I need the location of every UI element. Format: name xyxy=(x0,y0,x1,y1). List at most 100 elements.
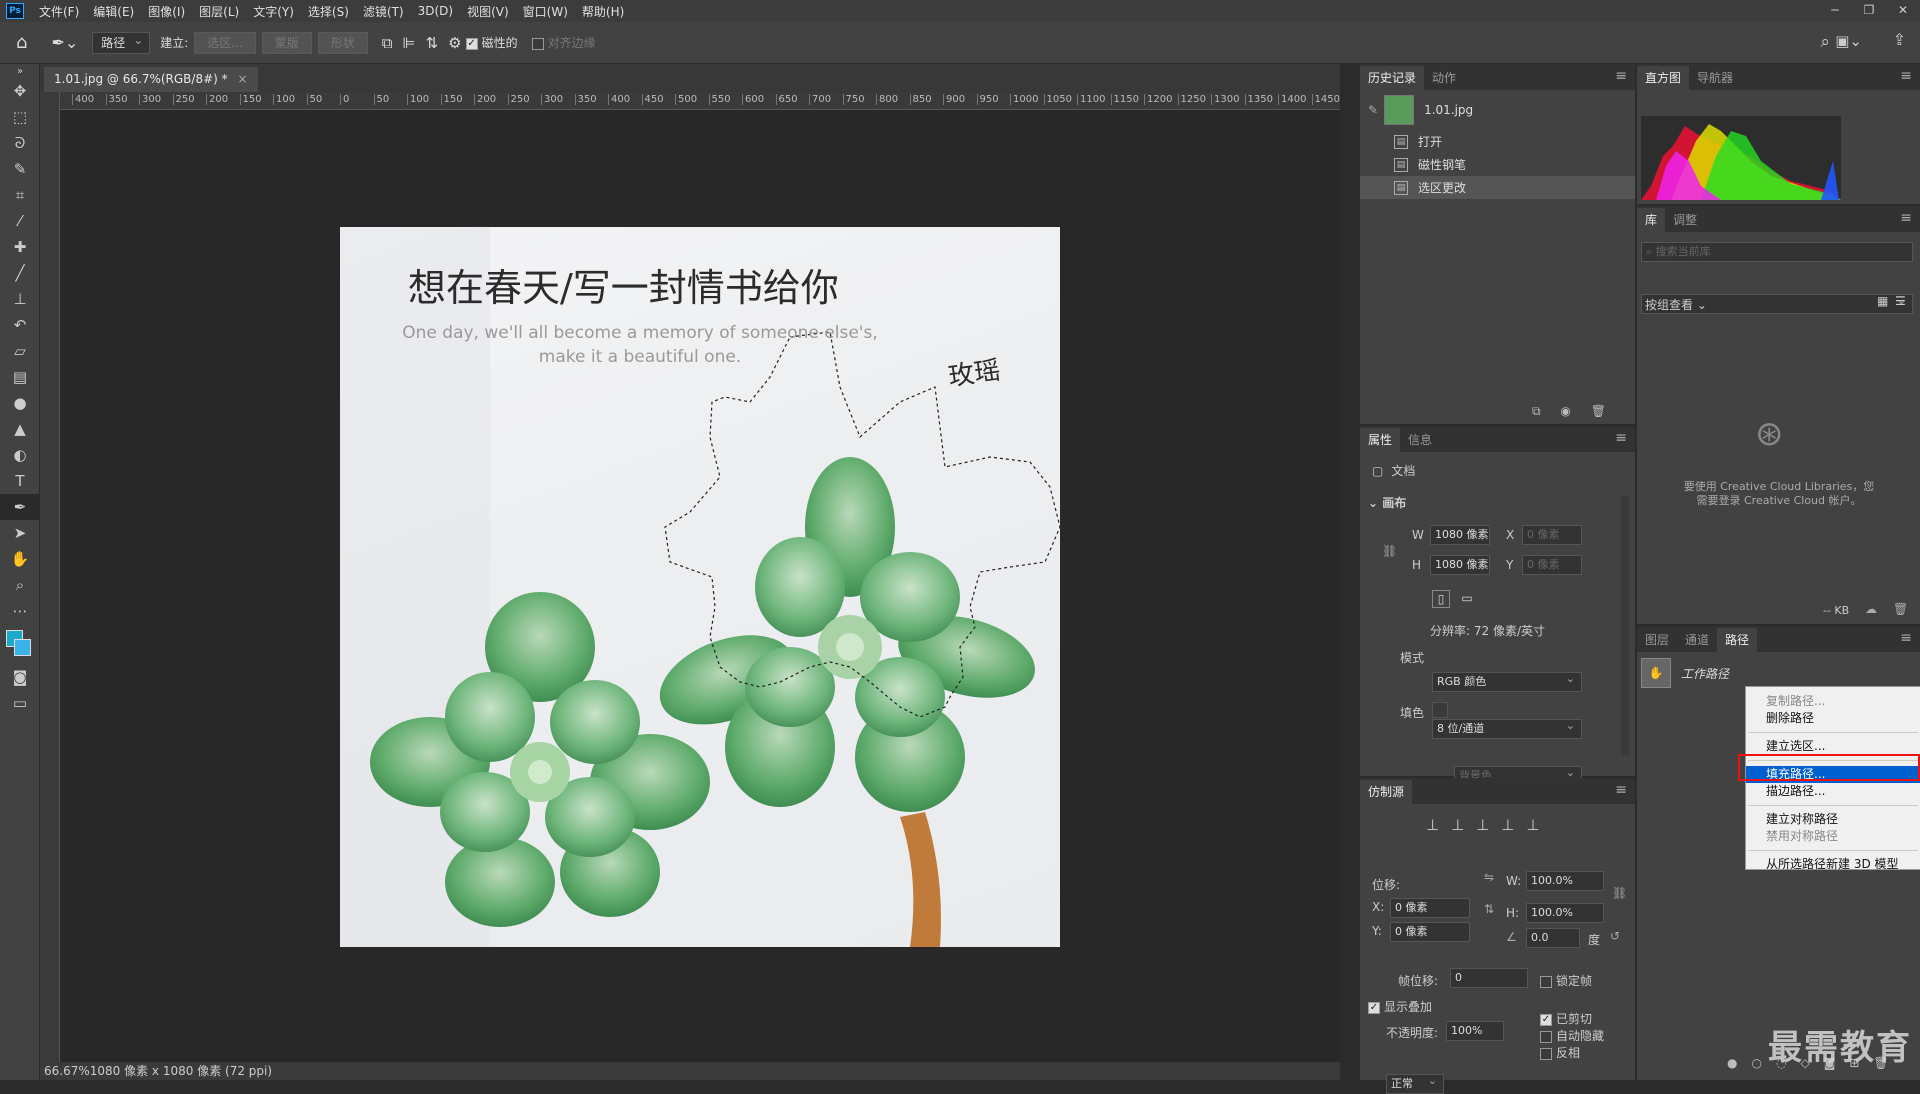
minimize-button[interactable]: ─ xyxy=(1818,0,1852,22)
tab-histogram[interactable]: 直方图 xyxy=(1637,66,1690,90)
flip-horizontal-icon[interactable]: ⇋ xyxy=(1484,870,1494,884)
blur-tool-icon[interactable]: ● xyxy=(0,390,40,416)
menu-3d[interactable]: 3D(D) xyxy=(411,4,460,18)
gear-icon[interactable]: ⚙ xyxy=(448,34,461,52)
tab-paths[interactable]: 路径 xyxy=(1717,628,1758,652)
marquee-tool-icon[interactable]: ⬚ xyxy=(0,104,40,130)
panel-menu-icon[interactable]: ≡ xyxy=(1900,630,1912,646)
landscape-orientation-icon[interactable]: ▭ xyxy=(1458,590,1476,608)
width-field[interactable]: 1080 像素 xyxy=(1430,525,1490,545)
canvas-section[interactable]: ⌄ 画布 xyxy=(1368,494,1406,511)
search-icon[interactable]: ⌕ xyxy=(1820,32,1830,52)
new-3d-model-from-path-item[interactable]: 从所选路径新建 3D 模型 xyxy=(1746,856,1920,873)
document-tab[interactable]: 1.01.jpg @ 66.7%(RGB/8#) * × xyxy=(44,67,258,92)
menu-type[interactable]: 文字(Y) xyxy=(246,3,301,20)
close-tab-icon[interactable]: × xyxy=(237,72,247,86)
history-snapshot[interactable]: ✎ 1.01.jpg xyxy=(1360,90,1635,130)
panel-menu-icon[interactable]: ≡ xyxy=(1615,68,1627,84)
crop-tool-icon[interactable]: ⌗ xyxy=(0,182,40,208)
fill-swatch[interactable] xyxy=(1432,702,1448,718)
bit-depth-dropdown[interactable]: 8 位/通道 xyxy=(1432,719,1582,739)
link-icon[interactable]: ⛓ xyxy=(1382,544,1397,558)
screen-mode-icon[interactable]: ▭ xyxy=(0,690,40,716)
blend-mode-dropdown[interactable]: 正常 xyxy=(1386,1074,1444,1094)
menu-help[interactable]: 帮助(H) xyxy=(575,3,631,20)
hand-tool-icon[interactable]: ✋ xyxy=(0,546,40,572)
history-brush-tool-icon[interactable]: ↶ xyxy=(0,312,40,338)
menu-select[interactable]: 选择(S) xyxy=(301,3,356,20)
grid-view-icon[interactable]: ▦ xyxy=(1877,294,1888,308)
reset-transform-icon[interactable]: ↺ xyxy=(1610,929,1620,943)
menu-window[interactable]: 窗口(W) xyxy=(516,3,575,20)
pen-tool-icon[interactable]: ✒ xyxy=(0,494,40,520)
clone-y-field[interactable]: 0 像素 xyxy=(1390,922,1470,942)
type-tool-icon[interactable]: T xyxy=(0,468,40,494)
tab-channels[interactable]: 通道 xyxy=(1677,628,1717,652)
show-overlay-checkbox[interactable]: ✓ 显示叠加 xyxy=(1368,998,1432,1015)
clone-source-2-icon[interactable]: ⊥ xyxy=(1451,816,1476,834)
clone-source-1-icon[interactable]: ⊥ xyxy=(1426,816,1451,834)
gradient-tool-icon[interactable]: ▤ xyxy=(0,364,40,390)
lock-frame-checkbox[interactable]: 锁定帧 xyxy=(1540,972,1592,989)
history-step-open[interactable]: ▤ 打开 xyxy=(1360,130,1635,153)
move-tool-icon[interactable]: ✥ xyxy=(0,78,40,104)
auto-hide-checkbox[interactable]: 自动隐藏 xyxy=(1540,1027,1604,1044)
collapse-icon[interactable]: » xyxy=(0,64,40,78)
eraser-tool-icon[interactable]: ▱ xyxy=(0,338,40,364)
magnetic-checkbox[interactable]: ✓ 磁性的 xyxy=(465,34,518,51)
opacity-field[interactable]: 100% xyxy=(1446,1021,1504,1041)
history-step-selection-change[interactable]: ▤ 选区更改 xyxy=(1360,176,1635,199)
dodge-tool-icon[interactable]: ◐ xyxy=(0,442,40,468)
cloud-sync-icon[interactable]: ☁ xyxy=(1865,602,1877,616)
trash-icon[interactable]: 🗑 xyxy=(1893,602,1908,616)
eyedropper-tool-icon[interactable]: ⁄ xyxy=(0,208,40,234)
clone-x-field[interactable]: 0 像素 xyxy=(1390,898,1470,918)
clone-source-5-icon[interactable]: ⊥ xyxy=(1526,816,1551,834)
make-shape-button[interactable]: 形状 xyxy=(317,31,368,54)
home-icon[interactable]: ⌂ xyxy=(16,32,27,53)
document-image[interactable]: 想在春天/写一封情书给你 One day, we'll all become a… xyxy=(340,227,1060,947)
height-field[interactable]: 1080 像素 xyxy=(1430,555,1490,575)
stroke-path-item[interactable]: 描边路径... xyxy=(1746,783,1920,800)
tab-layers[interactable]: 图层 xyxy=(1637,628,1677,652)
group-view-dropdown[interactable]: 按组查看 ⌄ xyxy=(1645,296,1707,313)
clipped-checkbox[interactable]: ✓ 已剪切 xyxy=(1540,1010,1592,1027)
library-search-input[interactable]: ⌕ 搜索当前库 xyxy=(1641,242,1913,262)
clone-source-3-icon[interactable]: ⊥ xyxy=(1476,816,1501,834)
trash-icon[interactable]: 🗑 xyxy=(1591,404,1606,418)
fill-path-icon[interactable]: ● xyxy=(1727,1056,1751,1070)
share-icon[interactable]: ⇪ xyxy=(1893,30,1906,49)
make-selection-button[interactable]: 选区... xyxy=(194,31,256,54)
tab-properties[interactable]: 属性 xyxy=(1360,428,1401,452)
delete-path-item[interactable]: 删除路径 xyxy=(1746,710,1920,727)
menu-image[interactable]: 图像(I) xyxy=(141,3,192,20)
brush-tool-icon[interactable]: ╱ xyxy=(0,260,40,286)
quick-select-tool-icon[interactable]: ✎ xyxy=(0,156,40,182)
path-selection-tool-icon[interactable]: ➤ xyxy=(0,520,40,546)
flip-vertical-icon[interactable]: ⇅ xyxy=(1484,902,1494,916)
align-edges-checkbox[interactable]: 对齐边缘 xyxy=(531,34,596,51)
background-color-swatch[interactable] xyxy=(14,639,31,656)
x-field[interactable]: 0 像素 xyxy=(1522,525,1582,545)
tab-libraries[interactable]: 库 xyxy=(1637,208,1666,232)
disable-symmetry-path-item[interactable]: 禁用对称路径 xyxy=(1746,828,1920,845)
clone-h-field[interactable]: 100.0% xyxy=(1526,903,1604,923)
make-symmetry-path-item[interactable]: 建立对称路径 xyxy=(1746,811,1920,828)
new-document-from-state-icon[interactable]: ⧉ xyxy=(1532,404,1541,418)
tab-adjustments[interactable]: 调整 xyxy=(1665,208,1705,232)
menu-edit[interactable]: 编辑(E) xyxy=(86,3,141,20)
tab-actions[interactable]: 动作 xyxy=(1424,66,1464,90)
work-path-row[interactable]: ✋ 工作路径 xyxy=(1637,656,1920,690)
menu-filter[interactable]: 滤镜(T) xyxy=(356,3,411,20)
panel-menu-icon[interactable]: ≡ xyxy=(1900,68,1912,84)
link-icon[interactable]: ⛓ xyxy=(1612,886,1627,900)
workspace-icon[interactable]: ▣⌄ xyxy=(1835,32,1862,50)
duplicate-path-item[interactable]: 复制路径... xyxy=(1746,693,1920,710)
path-alignment-icon[interactable]: ⊫ xyxy=(403,34,416,52)
clone-stamp-tool-icon[interactable]: ⊥ xyxy=(0,286,40,312)
angle-field[interactable]: 0.0 xyxy=(1526,928,1580,948)
panel-menu-icon[interactable]: ≡ xyxy=(1900,210,1912,226)
history-step-magnetic-pen[interactable]: ▤ 磁性钢笔 xyxy=(1360,153,1635,176)
lasso-tool-icon[interactable]: ᘐ xyxy=(0,130,40,156)
clone-w-field[interactable]: 100.0% xyxy=(1526,871,1604,891)
